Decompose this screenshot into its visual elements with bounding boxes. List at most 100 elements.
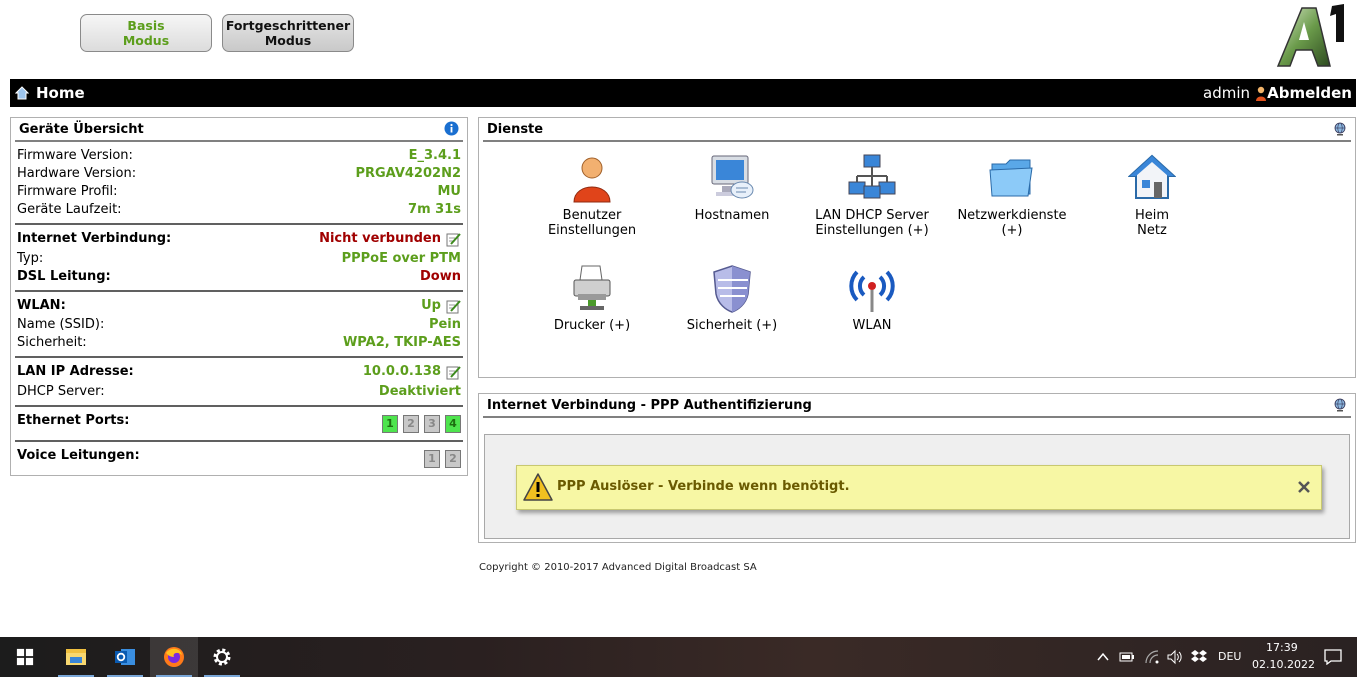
alert-message: PPP Auslöser - Verbinde wenn benötigt. [557,479,850,494]
ethernet-ports-row: Ethernet Ports: 1 2 3 4 [17,413,461,435]
home-link[interactable]: Home [36,84,85,102]
row-label: Internet Verbindung: [17,231,172,246]
home-icon [15,86,29,100]
service-label: Netz [1137,223,1167,238]
input-language[interactable]: DEU [1218,650,1241,663]
row-label: Ethernet Ports: [17,413,130,428]
advanced-mode-label-1: Fortgeschrittener [225,18,351,33]
row-label: LAN IP Adresse: [17,364,134,379]
service-wlan[interactable]: WLAN [802,264,942,333]
row-label: Hardware Version: [17,166,137,181]
ethernet-port-1: 1 [382,415,398,433]
a1-logo-icon [1276,4,1344,67]
close-icon[interactable] [1297,480,1311,494]
logout-link[interactable]: Abmelden [1267,84,1352,102]
service-label: Einstellungen (+) [815,223,929,238]
device-overview-panel: Geräte Übersicht Firmware Version: E_3.4… [10,117,468,476]
basic-mode-label-2: Modus [122,33,170,48]
hardware-version-row: Hardware Version: PRGAV4202N2 [17,166,461,184]
taskbar-firefox[interactable] [150,637,198,677]
row-value: Up [421,298,441,313]
security-row: Sicherheit: WPA2, TKIP-AES [17,335,461,353]
advanced-mode-button[interactable]: Fortgeschrittener Modus [222,14,354,52]
service-label: Heim [1134,208,1170,223]
taskbar-file-explorer[interactable] [52,637,100,677]
dsl-line-row: DSL Leitung: Down [17,269,461,287]
volume-icon[interactable] [1166,649,1184,665]
gear-icon [213,648,231,666]
edit-icon[interactable] [446,365,461,380]
copyright-text: Copyright © 2010-2017 Advanced Digital B… [479,562,757,573]
advanced-mode-label-2: Modus [264,33,312,48]
row-label: Firmware Version: [17,148,133,163]
service-security[interactable]: Sicherheit (+) [662,264,802,333]
info-icon[interactable] [444,121,459,136]
section-divider [15,405,463,407]
connection-type-row: Typ: PPPoE over PTM [17,251,461,269]
services-panel: Dienste Benutzer Einstellungen Hostnamen [478,117,1356,378]
service-hostnames[interactable]: Hostnamen [662,154,802,223]
section-divider [15,440,463,442]
row-value: WPA2, TKIP-AES [342,335,461,350]
shield-icon [713,265,751,313]
printer-icon [573,265,611,310]
service-label: WLAN [852,318,892,333]
service-label: Netzwerkdienste [957,208,1067,223]
row-value: Down [420,269,461,284]
start-button[interactable] [0,637,48,677]
folder-icon [989,159,1033,197]
row-value: Deaktiviert [378,384,461,399]
user-icon [1256,86,1266,101]
panel-divider [483,416,1351,418]
edit-icon[interactable] [446,299,461,314]
row-value: E_3.4.1 [408,148,461,163]
row-label: Name (SSID): [17,317,105,332]
ssid-row: Name (SSID): Pein [17,317,461,335]
row-value: PPPoE over PTM [341,251,461,266]
service-lan-dhcp[interactable]: LAN DHCP Server Einstellungen (+) [802,154,942,238]
panel-divider [483,140,1351,142]
clock-time[interactable]: 17:39 [1266,641,1298,654]
file-explorer-icon [66,649,86,665]
notifications-icon[interactable] [1324,649,1342,665]
globe-icon[interactable] [1333,122,1347,136]
internet-connection-row: Internet Verbindung: Nicht verbunden [17,231,461,249]
wifi-icon[interactable] [1144,649,1160,665]
row-label: Geräte Laufzeit: [17,202,122,217]
panel-title: Internet Verbindung - PPP Authentifizier… [487,398,812,413]
panel-divider [15,140,463,142]
panel-title: Dienste [487,122,544,137]
outlook-icon [115,649,135,665]
user-name: admin [1203,84,1250,102]
home-network-icon [1128,154,1176,199]
ppp-alert: PPP Auslöser - Verbinde wenn benötigt. [516,465,1322,510]
ppp-content-area: PPP Auslöser - Verbinde wenn benötigt. [484,434,1350,539]
battery-icon[interactable] [1119,651,1135,663]
row-label: WLAN: [17,298,66,313]
dropbox-icon[interactable] [1190,649,1208,665]
row-value: PRGAV4202N2 [355,166,461,181]
row-label: Voice Leitungen: [17,448,140,463]
basic-mode-button[interactable]: Basis Modus [80,14,212,52]
basic-mode-label-1: Basis [127,18,165,33]
service-label: Hostnamen [694,208,770,223]
row-label: DHCP Server: [17,384,105,399]
globe-icon[interactable] [1333,398,1347,412]
clock-date[interactable]: 02.10.2022 [1252,658,1315,671]
service-printer[interactable]: Drucker (+) [522,264,662,333]
taskbar-settings[interactable] [198,637,246,677]
panel-title: Geräte Übersicht [19,122,144,137]
lan-ip-row: LAN IP Adresse: 10.0.0.138 [17,364,461,382]
row-label: Typ: [17,251,44,266]
section-divider [15,290,463,292]
warning-icon [523,473,553,501]
edit-icon[interactable] [446,232,461,247]
service-user-settings[interactable]: Benutzer Einstellungen [522,154,662,238]
firmware-version-row: Firmware Version: E_3.4.1 [17,148,461,166]
chevron-up-icon[interactable] [1096,651,1110,663]
service-network-services[interactable]: Netzwerkdienste (+) [942,154,1082,238]
row-value: 7m 31s [408,202,461,217]
hostnames-icon [711,155,754,199]
service-home-network[interactable]: Heim Netz [1082,154,1222,238]
taskbar-outlook[interactable] [101,637,149,677]
